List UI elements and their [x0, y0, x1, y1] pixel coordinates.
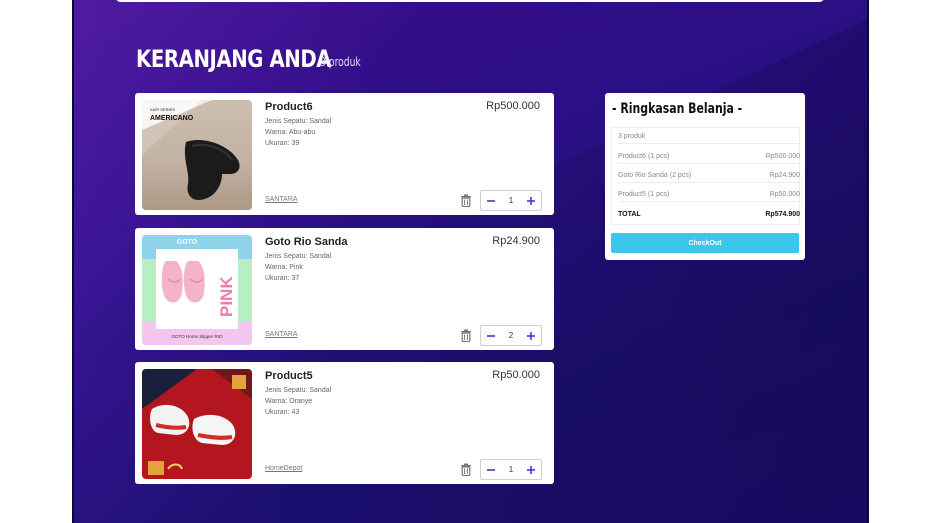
increase-button[interactable]	[521, 460, 541, 479]
plus-icon	[527, 196, 535, 205]
quantity-value[interactable]: 1	[501, 465, 521, 474]
product-details: Jenis Sepatu: Sandal Warna: Oranye Ukura…	[265, 385, 331, 418]
cart-item: Product5 Rp50.000 Jenis Sepatu: Sandal W…	[135, 362, 554, 484]
thumb-brand: AMERICANO	[150, 115, 194, 122]
shoe-color: Warna: Abu-abu	[265, 129, 316, 136]
shoe-type: Jenis Sepatu: Sandal	[265, 253, 332, 260]
product-image[interactable]	[142, 369, 252, 479]
trash-icon[interactable]	[460, 194, 472, 207]
summary-value: Rp24.900	[769, 172, 800, 179]
quantity-value[interactable]: 2	[501, 331, 521, 340]
product-photo: KAPI SERIES AMERICANO	[142, 100, 252, 210]
store-link[interactable]: HomeDepot	[265, 465, 302, 472]
shoe-type: Jenis Sepatu: Sandal	[265, 118, 332, 125]
product-details: Jenis Sepatu: Sandal Warna: Pink Ukuran:…	[265, 251, 331, 284]
increase-button[interactable]	[521, 326, 541, 345]
store-link[interactable]: SANTARA	[265, 331, 298, 338]
decrease-button[interactable]	[481, 191, 501, 210]
total-value: Rp574.900	[765, 211, 800, 218]
summary-total-row: TOTAL Rp574.900	[618, 211, 800, 221]
summary-label: Product6 (1 pcs)	[618, 153, 670, 160]
shoe-color: Warna: Pink	[265, 264, 303, 271]
trash-icon[interactable]	[460, 463, 472, 476]
product-details: Jenis Sepatu: Sandal Warna: Abu-abu Ukur…	[265, 116, 331, 149]
store-link[interactable]: SANTARA	[265, 196, 298, 203]
summary-value: Rp500.000	[765, 153, 800, 160]
summary-table: 3 produk Product6 (1 pcs) Rp500.000 Goto…	[611, 127, 800, 225]
product-price: Rp24.900	[492, 235, 540, 247]
quantity-stepper: 1	[480, 190, 542, 211]
thumb-brand: GOTO	[177, 239, 198, 246]
plus-icon	[527, 331, 535, 340]
summary-label: Product5 (1 pcs)	[618, 191, 670, 198]
product-price: Rp500.000	[486, 100, 540, 112]
shoe-type: Jenis Sepatu: Sandal	[265, 387, 332, 394]
left-border	[72, 0, 74, 523]
product-image[interactable]: KAPI SERIES AMERICANO	[142, 100, 252, 210]
summary-label: 3 produk	[618, 133, 646, 140]
trash-icon[interactable]	[460, 329, 472, 342]
top-panel-edge	[115, 0, 825, 2]
summary-row: Product6 (1 pcs) Rp500.000	[618, 153, 800, 164]
shoe-size: Ukuran: 37	[265, 275, 300, 282]
product-name[interactable]: Product6	[265, 101, 313, 113]
quantity-value[interactable]: 1	[501, 196, 521, 205]
decrease-button[interactable]	[481, 326, 501, 345]
product-image[interactable]: GOTO PINK GOTO Home Slipper RIO	[142, 235, 252, 345]
minus-icon	[487, 334, 495, 337]
increase-button[interactable]	[521, 191, 541, 210]
shoe-color: Warna: Oranye	[265, 398, 313, 405]
right-border	[867, 0, 869, 523]
product-photo: GOTO PINK GOTO Home Slipper RIO	[142, 235, 252, 345]
summary-value: Rp50.000	[769, 191, 800, 198]
product-name[interactable]: Goto Rio Sanda	[265, 236, 348, 248]
product-photo	[142, 369, 252, 475]
checkout-button[interactable]: CheckOut	[611, 233, 799, 253]
summary-title: - Ringkasan Belanja -	[612, 101, 743, 117]
thumb-word: PINK	[217, 276, 236, 317]
summary-label: Goto Rio Sanda (2 pcs)	[618, 172, 692, 179]
shoe-size: Ukuran: 43	[265, 409, 300, 416]
summary-row: Product5 (1 pcs) Rp50.000	[618, 191, 800, 202]
cart-item: GOTO PINK GOTO Home Slipper RIO Goto Rio…	[135, 228, 554, 350]
thumb-subtext: KAPI SERIES	[150, 107, 175, 112]
order-summary: - Ringkasan Belanja - 3 produk Product6 …	[605, 93, 805, 260]
summary-row: Goto Rio Sanda (2 pcs) Rp24.900	[618, 172, 800, 183]
summary-row: 3 produk	[618, 133, 800, 144]
plus-icon	[527, 465, 535, 474]
minus-icon	[487, 468, 495, 471]
page-title: KERANJANG ANDA	[136, 45, 332, 73]
thumb-caption: GOTO Home Slipper RIO	[172, 334, 223, 339]
decrease-button[interactable]	[481, 460, 501, 479]
quantity-stepper: 1	[480, 459, 542, 480]
cart-item: KAPI SERIES AMERICANO Product6 Rp500.000…	[135, 93, 554, 215]
product-count: 3 produk	[320, 55, 361, 69]
minus-icon	[487, 199, 495, 202]
product-name[interactable]: Product5	[265, 370, 313, 382]
quantity-stepper: 2	[480, 325, 542, 346]
shoe-size: Ukuran: 39	[265, 140, 300, 147]
product-price: Rp50.000	[492, 369, 540, 381]
total-label: TOTAL	[618, 211, 641, 218]
